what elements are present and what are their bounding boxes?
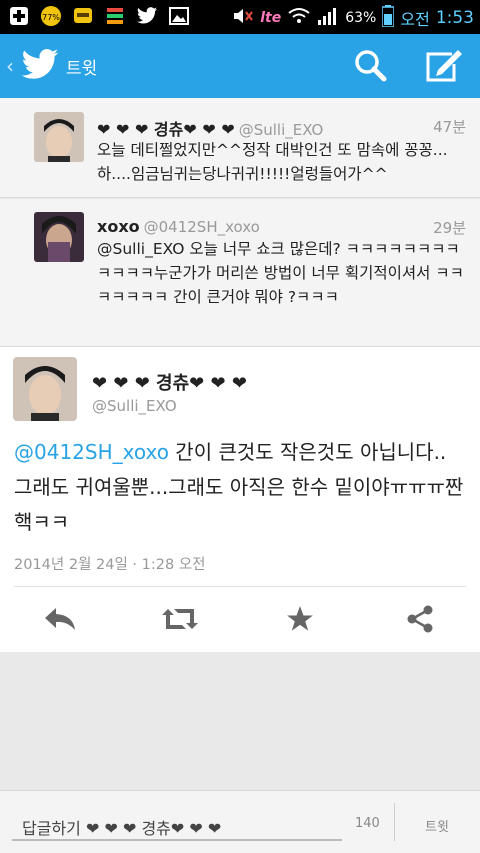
twitter-bird-icon — [136, 5, 158, 27]
back-icon[interactable]: ‹ — [6, 54, 14, 78]
tweet-timestamp: 2014년 2월 24일 · 1:28 오전 — [14, 557, 206, 573]
avatar[interactable] — [34, 112, 84, 162]
tweet-author-handle: @Sulli_EXO — [92, 397, 177, 415]
svg-text:77%: 77% — [42, 13, 60, 22]
tweet-author-name: xoxo — [97, 217, 140, 236]
conversation-tweet[interactable]: xoxo @0412SH_xoxo 29분 @Sulli_EXO 오늘 너무 쇼크… — [0, 199, 480, 347]
divider — [14, 586, 466, 587]
tweet-time: 47분 — [433, 118, 466, 136]
nav-bar: ‹ 트윗 — [0, 34, 480, 98]
battery-icon — [381, 5, 396, 31]
tweet-author-name: ❤ ❤ ❤ 경츄❤ ❤ ❤ — [97, 120, 235, 139]
reply-icon[interactable] — [42, 601, 78, 637]
battery-level-icon: 77% — [40, 5, 62, 27]
tweet-button[interactable]: 트윗 — [425, 816, 449, 835]
tweet-actions — [0, 597, 480, 641]
twitter-logo-icon[interactable] — [20, 48, 60, 82]
add-icon — [8, 5, 30, 27]
status-time-period: 오전 — [400, 10, 430, 29]
wifi-icon — [287, 6, 311, 30]
mention-link[interactable]: @0412SH_xoxo — [14, 440, 169, 464]
compose-icon[interactable] — [424, 48, 464, 84]
gallery-icon — [168, 5, 190, 27]
tweet-author-name: ❤ ❤ ❤ 경츄❤ ❤ ❤ — [92, 373, 247, 394]
main-tweet: ❤ ❤ ❤ 경츄❤ ❤ ❤ @Sulli_EXO @0412SH_xoxo 간이… — [0, 347, 480, 652]
status-bar: 77% lte 63% 오전 1:53 — [0, 0, 480, 34]
avatar[interactable] — [34, 212, 84, 262]
page-title: 트윗 — [66, 59, 98, 79]
tweet-author-handle: @0412SH_xoxo — [143, 218, 260, 236]
tweet-text: @Sulli_EXO 오늘 너무 쇼크 많은데? ㅋㅋㅋㅋㅋㅋㅋㅋㅋㅋㅋㅋ누군가… — [97, 240, 464, 306]
search-icon[interactable] — [352, 48, 388, 84]
share-icon[interactable] — [402, 601, 438, 637]
retweet-icon[interactable] — [162, 601, 198, 637]
lte-icon: lte — [260, 10, 282, 26]
favorite-star-icon[interactable] — [282, 601, 318, 637]
tweet-text: 오늘 데티쩔었지만^^정작 대박인건 또 맘속에 꽁꽁...하....임금님귀는… — [97, 141, 448, 183]
reply-bar: 답글하기 ❤ ❤ ❤ 경츄❤ ❤ ❤ 140 트윗 — [0, 790, 480, 853]
signal-icon — [317, 6, 339, 30]
status-time: 1:53 — [435, 8, 474, 28]
app-icon — [104, 5, 126, 27]
tweet-time: 29분 — [433, 219, 466, 237]
mute-icon — [232, 6, 254, 30]
talk-icon — [72, 5, 94, 27]
conversation-tweet[interactable]: ❤ ❤ ❤ 경츄❤ ❤ ❤ @Sulli_EXO 47분 오늘 데티쩔었지만^^정… — [0, 98, 480, 198]
char-count: 140 — [355, 816, 380, 831]
avatar[interactable] — [13, 357, 77, 421]
reply-input[interactable]: 답글하기 ❤ ❤ ❤ 경츄❤ ❤ ❤ — [12, 805, 342, 841]
tweet-text: @0412SH_xoxo 간이 큰것도 작은것도 아닙니다.. 그래도 귀여울뿐… — [14, 435, 470, 540]
divider — [394, 803, 395, 841]
battery-percent: 63% — [345, 10, 377, 26]
tweet-author-handle: @Sulli_EXO — [238, 121, 324, 139]
